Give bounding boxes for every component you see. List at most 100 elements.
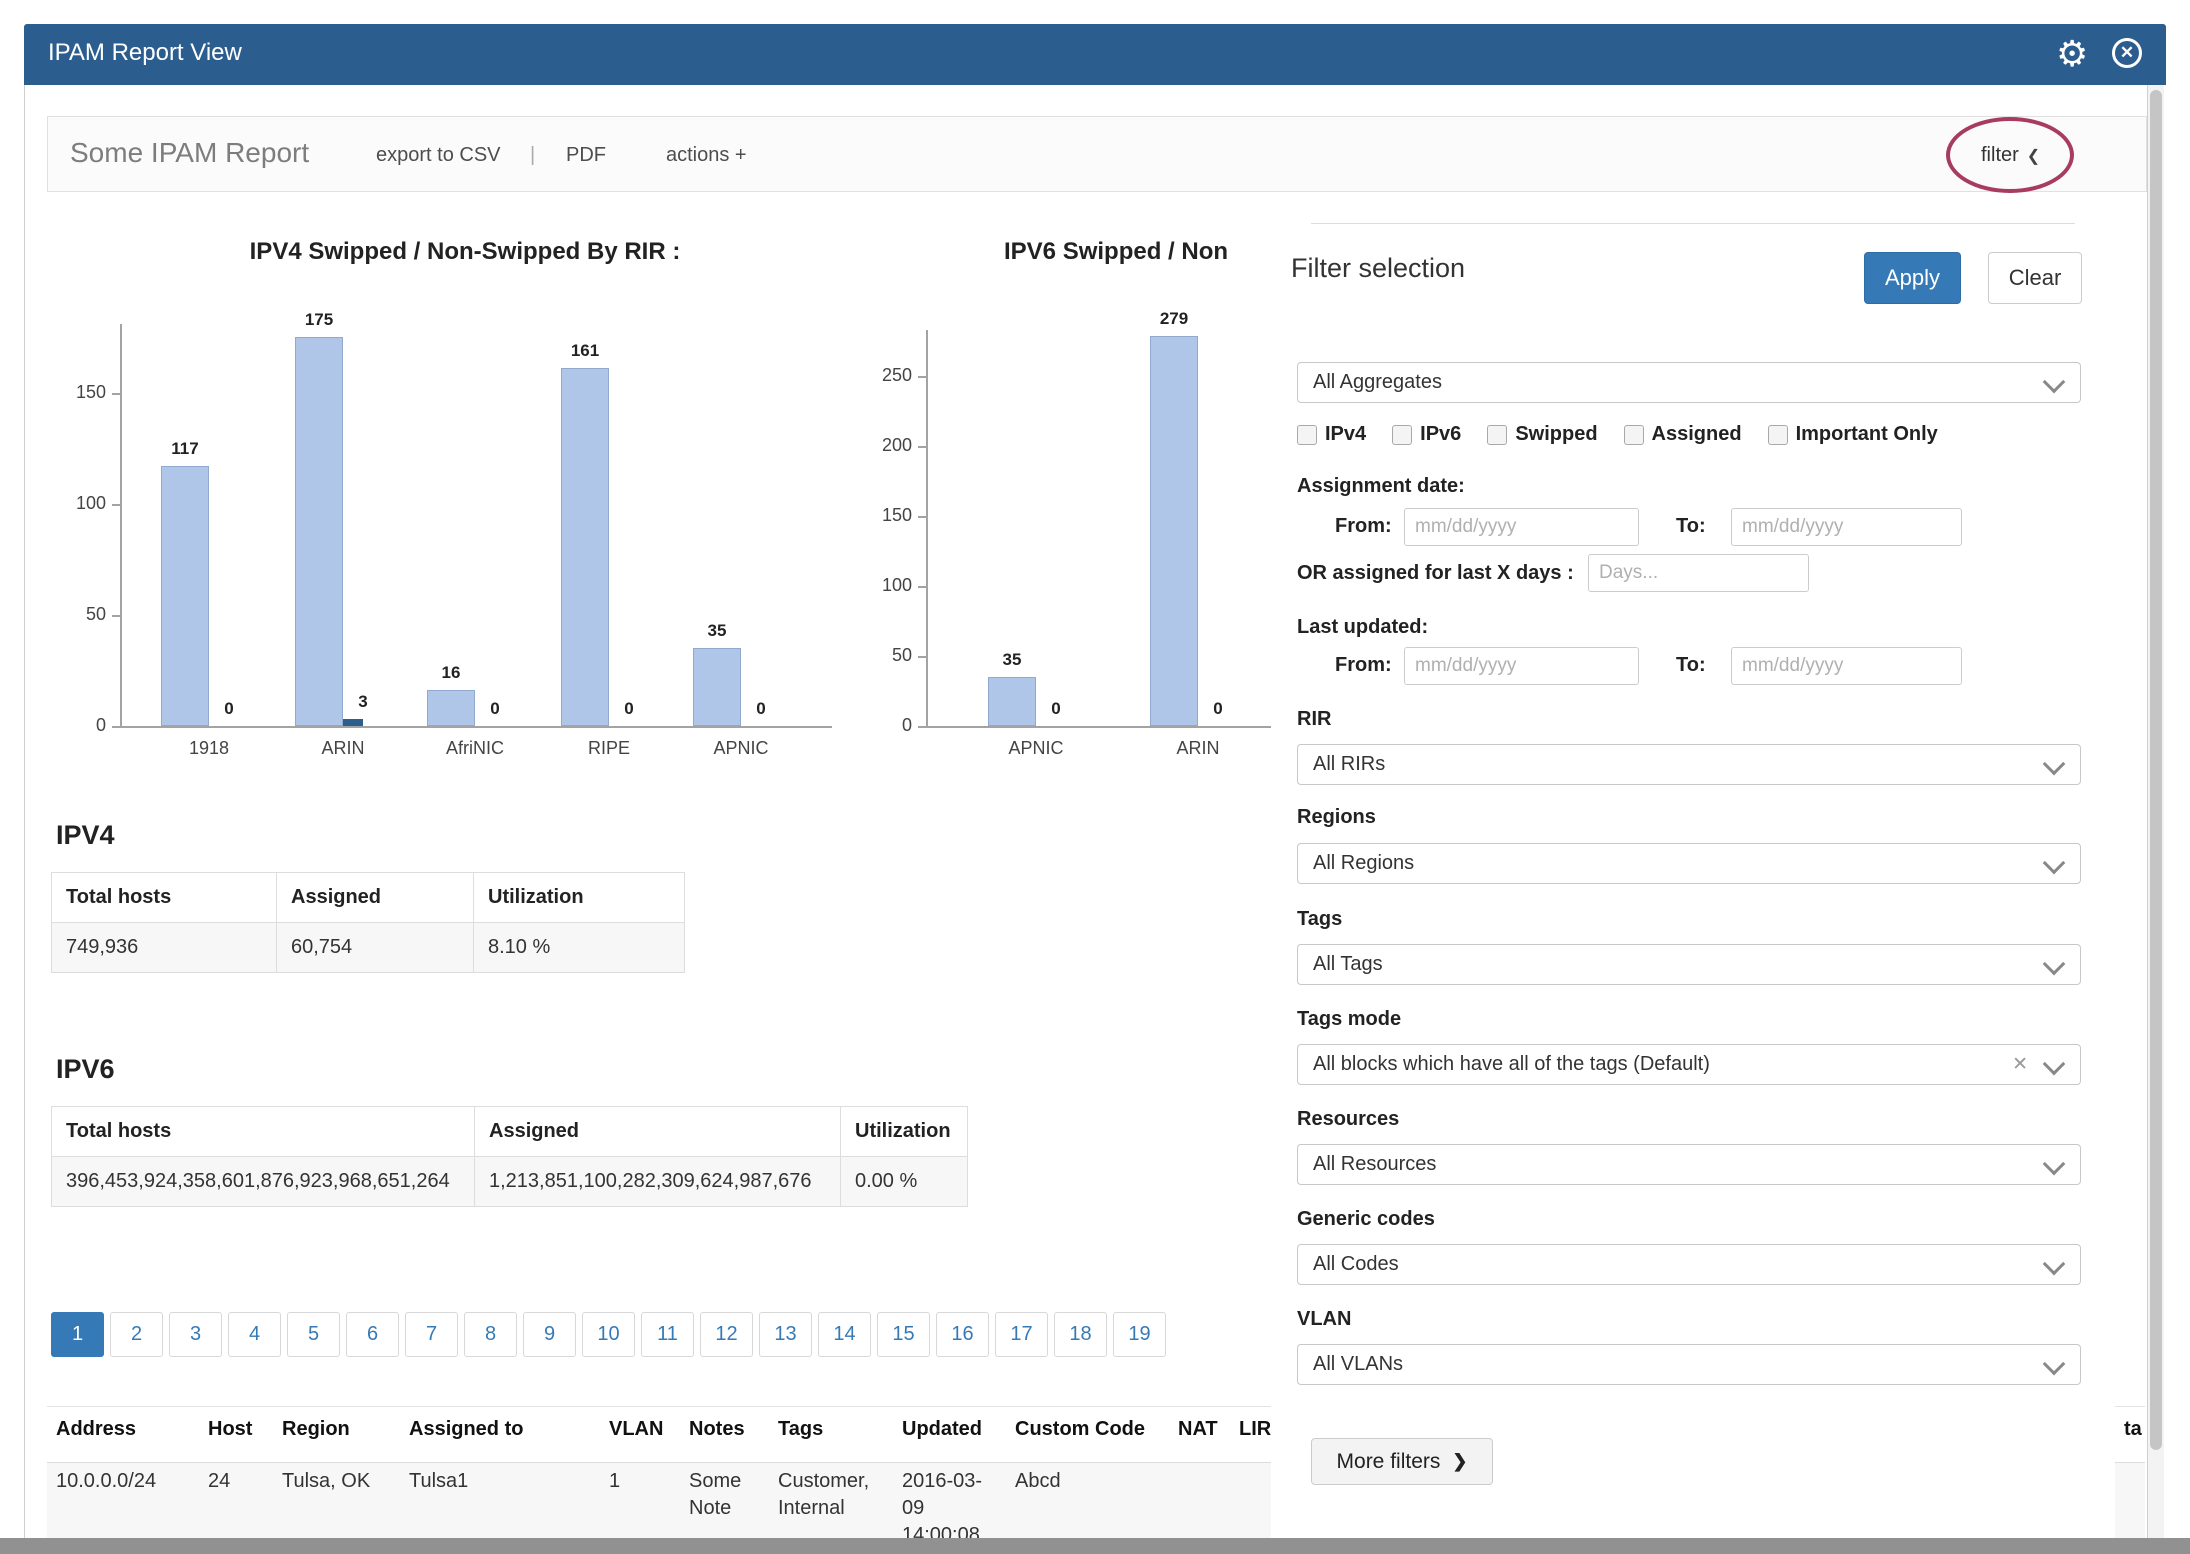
col-tags[interactable]: Tags [778,1418,823,1441]
page-button[interactable]: 5 [287,1312,340,1357]
page-button[interactable]: 14 [818,1312,871,1357]
chevron-down-icon [2043,852,2066,875]
export-pdf-link[interactable]: PDF [566,144,606,167]
vlan-value: All VLANs [1313,1353,1403,1376]
more-filters-button[interactable]: More filters ❯ [1311,1438,1493,1485]
col-nat[interactable]: NAT [1178,1418,1218,1441]
more-filters-label: More filters [1337,1450,1441,1474]
y-tick-mark [918,656,926,658]
ipv6-utilization: 0.00 % [841,1157,968,1207]
page-button[interactable]: 6 [346,1312,399,1357]
tags-dropdown[interactable]: All Tags [1297,944,2081,985]
chevron-down-icon [2043,753,2066,776]
clear-button[interactable]: Clear [1988,252,2082,304]
bar-non-swipped [343,719,363,726]
col-region[interactable]: Region [282,1418,350,1441]
page-button[interactable]: 16 [936,1312,989,1357]
cell-address[interactable]: 10.0.0.0/24 [56,1468,156,1495]
page-button[interactable]: 10 [582,1312,635,1357]
assignment-from-input[interactable] [1404,508,1639,546]
y-tick-mark [112,615,120,617]
ipv6-chart-title: IPV6 Swipped / Non [1004,238,1228,266]
checkbox-label: Swipped [1515,423,1597,446]
checkbox[interactable] [1297,425,1317,445]
col-assigned-to[interactable]: Assigned to [409,1418,523,1441]
page-button[interactable]: 13 [759,1312,812,1357]
ipv4-summary-table: Total hosts Assigned Utilization 749,936… [51,872,685,973]
cell-custom-code: Abcd [1015,1468,1061,1495]
page-button[interactable]: 17 [995,1312,1048,1357]
page-button[interactable]: 3 [169,1312,222,1357]
page-button[interactable]: 9 [523,1312,576,1357]
checkbox[interactable] [1768,425,1788,445]
x-category-label: AfriNIC [405,738,545,762]
col-notes[interactable]: Notes [689,1418,745,1441]
y-tick-label: 50 [50,604,106,626]
actions-menu[interactable]: actions + [666,144,747,167]
rir-label: RIR [1297,708,1331,731]
scrollbar[interactable] [2148,85,2164,1538]
checkbox-label: IPv6 [1420,423,1461,446]
page-button[interactable]: 19 [1113,1312,1166,1357]
checkbox[interactable] [1392,425,1412,445]
updated-to-input[interactable] [1731,647,1962,685]
ipv4-assigned: 60,754 [277,923,474,973]
page-button[interactable]: 7 [405,1312,458,1357]
regions-label: Regions [1297,806,1376,829]
days-input[interactable] [1588,554,1809,592]
y-tick-mark [918,516,926,518]
generic-codes-label: Generic codes [1297,1208,1435,1231]
assignment-to-input[interactable] [1731,508,1962,546]
ipv4-col-assigned: Assigned [277,873,474,923]
page-button[interactable]: 12 [700,1312,753,1357]
ipv6-assigned: 1,213,851,100,282,309,624,987,676 [475,1157,841,1207]
ipv6-col-total-hosts: Total hosts [52,1107,475,1157]
cell-host: 24 [208,1468,230,1495]
col-vlan[interactable]: VLAN [609,1418,663,1441]
chevron-right-icon: ❯ [1452,1451,1467,1472]
page-button[interactable]: 18 [1054,1312,1107,1357]
export-csv-link[interactable]: export to CSV [376,144,501,167]
checkbox[interactable] [1624,425,1644,445]
vlan-dropdown[interactable]: All VLANs [1297,1344,2081,1385]
col-custom-code[interactable]: Custom Code [1015,1418,1145,1441]
cell-assigned-to: Tulsa1 [409,1468,468,1495]
page-button[interactable]: 1 [51,1312,104,1357]
page-button[interactable]: 11 [641,1312,694,1357]
ipv4-col-utilization: Utilization [474,873,685,923]
assignment-date-label: Assignment date: [1297,475,1465,498]
filter-toggle-button[interactable]: filter❮ [1981,144,2040,167]
page-button[interactable]: 15 [877,1312,930,1357]
checkbox-label: IPv4 [1325,423,1366,446]
x-axis [120,726,832,728]
resources-dropdown[interactable]: All Resources [1297,1144,2081,1185]
col-lir[interactable]: LIR [1239,1418,1271,1441]
scrollbar-thumb[interactable] [2150,90,2162,1450]
tags-mode-dropdown[interactable]: All blocks which have all of the tags (D… [1297,1044,2081,1085]
bar-value-label: 0 [1190,699,1246,721]
updated-from-input[interactable] [1404,647,1639,685]
checkbox[interactable] [1487,425,1507,445]
panel-divider [1311,223,2075,224]
close-icon[interactable]: ✕ [2112,38,2142,68]
checkbox-label: Important Only [1796,423,1938,446]
page-button[interactable]: 8 [464,1312,517,1357]
bar-swipped [161,466,209,726]
page-button[interactable]: 2 [110,1312,163,1357]
bar-value-label: 0 [733,699,789,721]
y-tick-label: 200 [856,435,912,457]
gear-icon[interactable]: ⚙ [2056,32,2088,76]
aggregates-dropdown[interactable]: All Aggregates [1297,362,2081,403]
col-host[interactable]: Host [208,1418,252,1441]
apply-button[interactable]: Apply [1864,252,1961,304]
chevron-down-icon [2043,1253,2066,1276]
generic-codes-dropdown[interactable]: All Codes [1297,1244,2081,1285]
col-address[interactable]: Address [56,1418,136,1441]
x-category-label: APNIC [671,738,811,762]
page-button[interactable]: 4 [228,1312,281,1357]
rir-dropdown[interactable]: All RIRs [1297,744,2081,785]
col-updated[interactable]: Updated [902,1418,982,1441]
clear-icon[interactable]: ✕ [2012,1053,2028,1076]
x-category-label: ARIN [1128,738,1268,762]
regions-dropdown[interactable]: All Regions [1297,843,2081,884]
